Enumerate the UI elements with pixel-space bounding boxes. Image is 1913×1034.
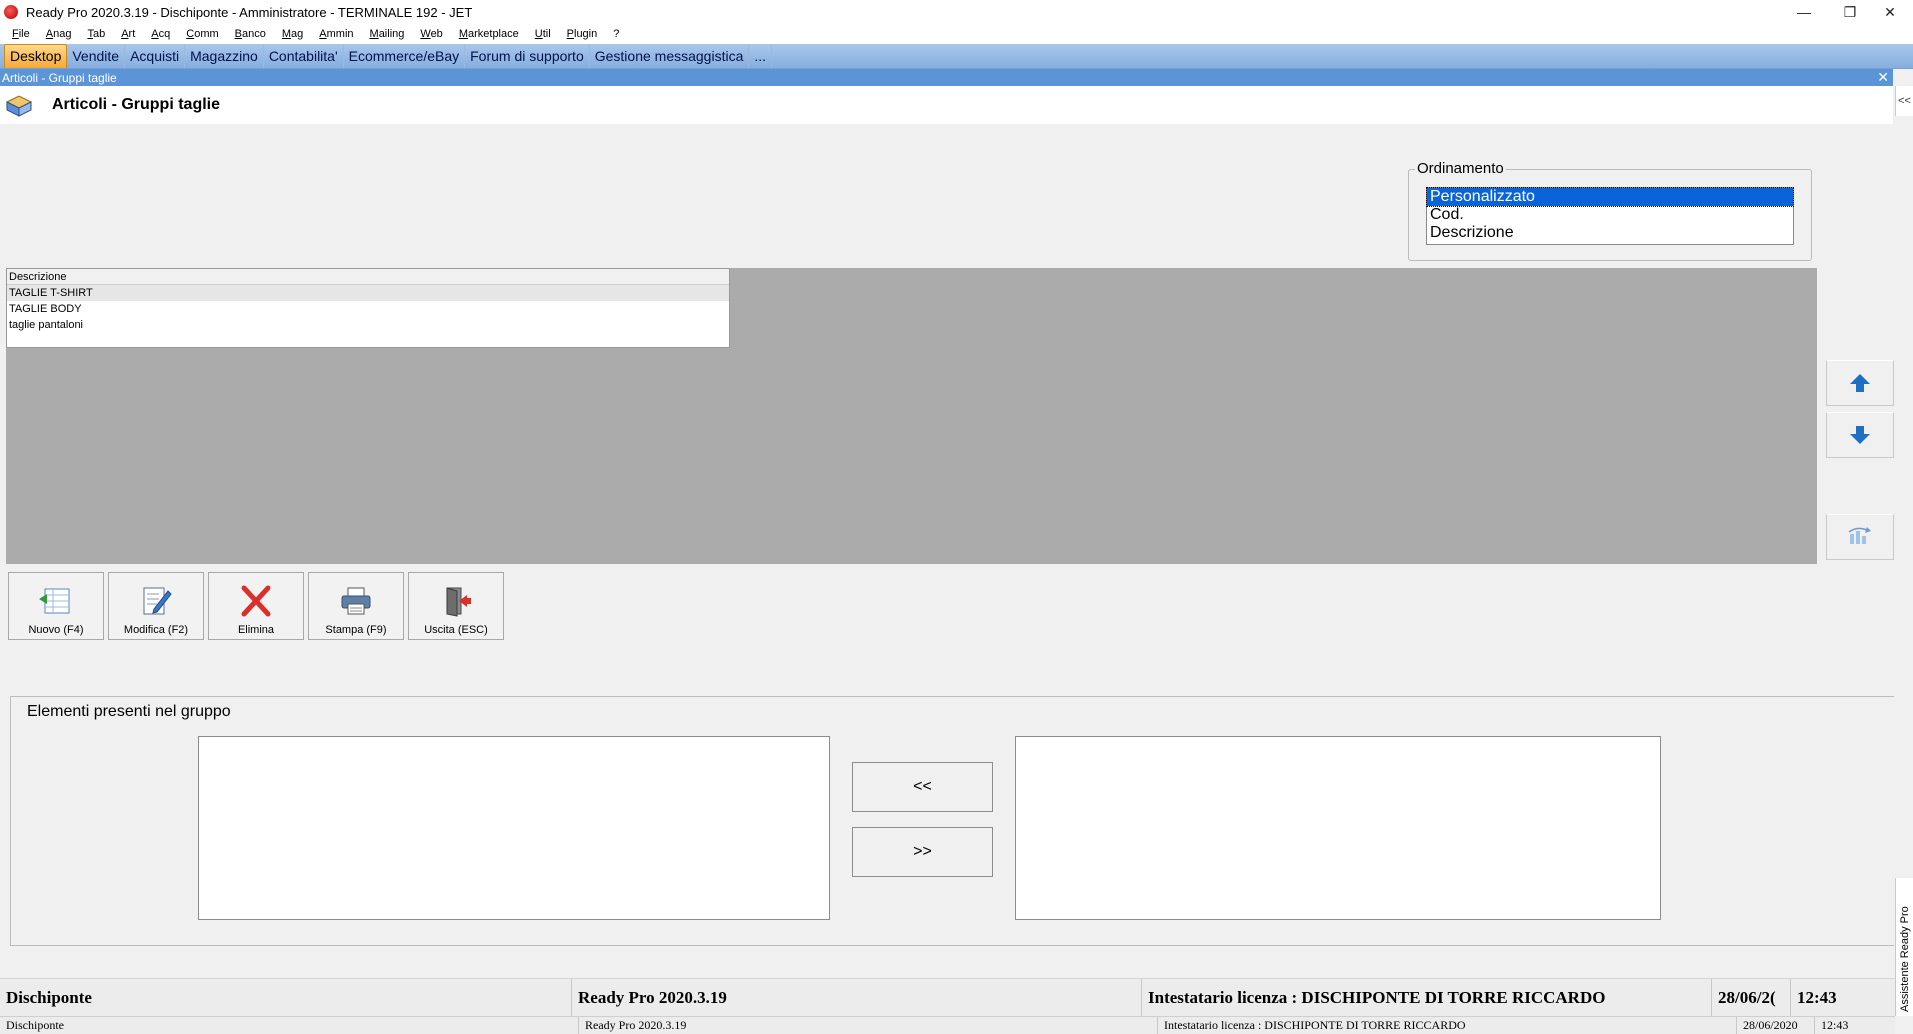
menu-web[interactable]: Web bbox=[412, 28, 450, 40]
exit-door-icon bbox=[438, 584, 474, 618]
ordinamento-group: Ordinamento Personalizzato Cod. Descrizi… bbox=[1408, 160, 1812, 261]
available-elements-list[interactable] bbox=[1015, 736, 1661, 920]
delete-button[interactable]: Elimina bbox=[208, 572, 304, 640]
tab-more[interactable]: ... bbox=[749, 45, 773, 68]
tab-contabilita[interactable]: Contabilita' bbox=[264, 45, 344, 68]
ordinamento-option-descrizione[interactable]: Descrizione bbox=[1427, 224, 1793, 242]
move-right-button[interactable]: >> bbox=[852, 827, 993, 877]
assistant-tab-label: Assistente Ready Pro bbox=[1899, 906, 1911, 1012]
child-window-caption: Articoli - Gruppi taglie ✕ bbox=[0, 69, 1893, 86]
tab-magazzino[interactable]: Magazzino bbox=[185, 45, 264, 68]
arrow-down-icon bbox=[1850, 426, 1870, 444]
status-date: 28/06/2( bbox=[1712, 979, 1791, 1016]
status-license: Intestatario licenza : DISCHIPONTE DI TO… bbox=[1142, 979, 1712, 1016]
status-date-small: 28/06/2020 bbox=[1737, 1017, 1815, 1034]
reorder-button[interactable] bbox=[1826, 514, 1894, 560]
close-button[interactable]: ✕ bbox=[1867, 0, 1913, 24]
tab-acquisti[interactable]: Acquisti bbox=[125, 45, 186, 68]
sort-order-icon bbox=[1848, 527, 1871, 544]
menu-util[interactable]: Util bbox=[527, 28, 559, 40]
menu-banco[interactable]: Banco bbox=[227, 28, 274, 40]
tab-vendite[interactable]: Vendite bbox=[67, 45, 126, 68]
ordinamento-option-cod[interactable]: Cod. bbox=[1427, 206, 1793, 224]
child-close-icon[interactable]: ✕ bbox=[1877, 69, 1889, 86]
minimize-button[interactable]: — bbox=[1781, 0, 1827, 24]
side-panel-collapse-button[interactable]: << bbox=[1895, 86, 1913, 116]
menu-plugin[interactable]: Plugin bbox=[559, 28, 606, 40]
column-header-descrizione[interactable]: Descrizione bbox=[7, 269, 729, 285]
new-record-icon bbox=[38, 584, 74, 618]
table-row[interactable]: TAGLIE T-SHIRT bbox=[7, 285, 729, 301]
table-row[interactable]: taglie pantaloni bbox=[7, 317, 729, 333]
move-left-button[interactable]: << bbox=[852, 762, 993, 812]
edit-icon bbox=[138, 584, 174, 618]
tab-forum[interactable]: Forum di supporto bbox=[465, 45, 590, 68]
status-version: Ready Pro 2020.3.19 bbox=[572, 979, 1142, 1016]
menu-mailing[interactable]: Mailing bbox=[362, 28, 413, 40]
status-time: 12:43 bbox=[1797, 987, 1837, 1007]
window-title: Ready Pro 2020.3.19 - Dischiponte - Ammi… bbox=[26, 4, 473, 20]
menu-acq[interactable]: Acq bbox=[143, 28, 178, 40]
menu-tab[interactable]: Tab bbox=[79, 28, 113, 40]
articles-icon bbox=[4, 92, 34, 118]
table-row[interactable]: TAGLIE BODY bbox=[7, 301, 729, 317]
new-button[interactable]: Nuovo (F4) bbox=[8, 572, 104, 640]
exit-button-label: Uscita (ESC) bbox=[424, 624, 488, 636]
status-company: Dischiponte bbox=[0, 979, 572, 1016]
menu-ammin[interactable]: Ammin bbox=[311, 28, 361, 40]
title-bar: Ready Pro 2020.3.19 - Dischiponte - Ammi… bbox=[0, 0, 1913, 24]
tab-messaggistica[interactable]: Gestione messaggistica bbox=[590, 45, 750, 68]
menu-help[interactable]: ? bbox=[605, 28, 627, 40]
tab-desktop[interactable]: Desktop bbox=[4, 44, 68, 68]
elementi-legend: Elementi presenti nel gruppo bbox=[27, 703, 231, 720]
page-header: Articoli - Gruppi taglie bbox=[0, 86, 1893, 124]
app-logo-icon bbox=[4, 5, 18, 19]
menu-marketplace[interactable]: Marketplace bbox=[451, 28, 527, 40]
printer-icon bbox=[338, 584, 374, 618]
ordinamento-listbox[interactable]: Personalizzato Cod. Descrizione bbox=[1426, 187, 1794, 245]
menu-comm[interactable]: Comm bbox=[178, 28, 226, 40]
arrow-up-icon bbox=[1850, 374, 1870, 392]
status-bar: Dischiponte Ready Pro 2020.3.19 Intestat… bbox=[0, 978, 1895, 1016]
move-up-button[interactable] bbox=[1826, 360, 1894, 406]
grid-area: Descrizione TAGLIE T-SHIRT TAGLIE BODY t… bbox=[6, 268, 1817, 564]
assistant-side-tab[interactable]: Assistente Ready Pro bbox=[1895, 878, 1913, 1016]
group-elements-list[interactable] bbox=[198, 736, 830, 920]
child-window-caption-text: Articoli - Gruppi taglie bbox=[2, 70, 117, 85]
status-version-small: Ready Pro 2020.3.19 bbox=[579, 1017, 1158, 1034]
tab-ecommerce[interactable]: Ecommerce/eBay bbox=[344, 45, 466, 68]
menu-mag[interactable]: Mag bbox=[274, 28, 311, 40]
delete-x-icon bbox=[238, 584, 274, 618]
ordinamento-legend: Ordinamento bbox=[1415, 160, 1506, 177]
edit-button[interactable]: Modifica (F2) bbox=[108, 572, 204, 640]
delete-button-label: Elimina bbox=[237, 624, 275, 636]
print-button[interactable]: Stampa (F9) bbox=[308, 572, 404, 640]
edit-button-label: Modifica (F2) bbox=[123, 624, 189, 636]
page-title: Articoli - Gruppi taglie bbox=[52, 96, 221, 113]
ordinamento-option-personalizzato[interactable]: Personalizzato bbox=[1426, 187, 1794, 207]
move-down-button[interactable] bbox=[1826, 412, 1894, 458]
menu-file[interactable]: File bbox=[4, 28, 38, 40]
menu-anag[interactable]: Anag bbox=[38, 28, 80, 40]
status-time-small: 12:43 bbox=[1821, 1018, 1849, 1032]
exit-button[interactable]: Uscita (ESC) bbox=[408, 572, 504, 640]
new-button-label: Nuovo (F4) bbox=[28, 624, 84, 636]
status-company-small: Dischiponte bbox=[0, 1017, 579, 1034]
groups-table: Descrizione TAGLIE T-SHIRT TAGLIE BODY t… bbox=[6, 268, 730, 348]
main-tabs: Desktop Vendite Acquisti Magazzino Conta… bbox=[0, 44, 1913, 69]
menu-bar: File Anag Tab Art Acq Comm Banco Mag Amm… bbox=[0, 24, 1913, 44]
status-license-small: Intestatario licenza : DISCHIPONTE DI TO… bbox=[1158, 1017, 1737, 1034]
status-bar-secondary: Dischiponte Ready Pro 2020.3.19 Intestat… bbox=[0, 1016, 1895, 1034]
print-button-label: Stampa (F9) bbox=[325, 624, 387, 636]
elementi-group: Elementi presenti nel gruppo << >> bbox=[10, 696, 1894, 946]
menu-art[interactable]: Art bbox=[113, 28, 143, 40]
